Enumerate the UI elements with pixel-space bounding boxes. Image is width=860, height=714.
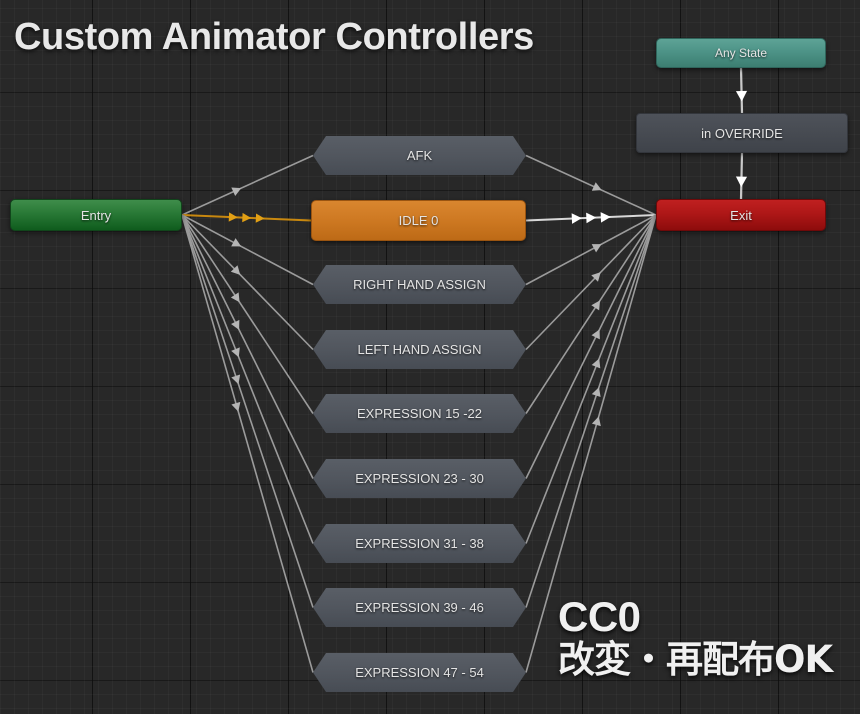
transition-line [739,152,744,200]
transition-line [181,214,314,608]
state-node-label: EXPRESSION 31 - 38 [355,536,484,551]
transition-arrow-12-0 [591,272,601,282]
page-title: Custom Animator Controllers [14,16,534,58]
state-node-exp15[interactable]: EXPRESSION 15 -22 [313,394,526,433]
transition-line [181,214,312,222]
state-node-label: LEFT HAND ASSIGN [357,342,482,357]
state-node-label: EXPRESSION 39 - 46 [355,600,484,615]
state-node-label: IDLE 0 [398,213,439,228]
transition-line [181,214,314,414]
transition-line [181,214,314,479]
state-node-rhand[interactable]: RIGHT HAND ASSIGN [313,265,526,304]
license-japanese-label: 改変・再配布OK [558,637,833,681]
transition-line [525,154,657,216]
transition-arrow-10-1 [586,212,597,224]
state-node-label: EXPRESSION 47 - 54 [355,665,484,680]
state-node-label: RIGHT HAND ASSIGN [353,277,486,292]
transition-arrow-10-2 [600,212,611,223]
transition-line [181,214,314,286]
transition-arrow-15-0 [591,358,601,369]
license-cc0-label: CC0 [558,593,641,640]
transition-arrow-1-1 [242,212,252,223]
transition-arrow-7-0 [231,374,241,385]
transition-line [739,67,744,114]
state-node-override[interactable]: in OVERRIDE [636,113,848,153]
transition-line [525,214,657,414]
state-node-exp23[interactable]: EXPRESSION 23 - 30 [313,459,526,498]
transition-arrow-16-0 [591,387,601,398]
state-node-label: Any State [714,46,768,60]
transition-arrow-10-0 [571,213,582,224]
transition-arrow-19-0 [735,176,748,188]
transition-arrow-8-0 [231,401,241,412]
transition-arrow-4-0 [230,292,240,303]
transition-line [525,214,657,544]
state-node-idle0[interactable]: IDLE 0 [311,200,526,241]
transition-line [525,214,657,479]
transition-line [525,214,657,351]
state-node-exp31[interactable]: EXPRESSION 31 - 38 [313,524,526,563]
state-node-label: Entry [80,207,112,223]
transition-line [525,214,657,222]
transition-line [181,214,314,544]
transition-line [181,214,314,673]
state-node-exp39[interactable]: EXPRESSION 39 - 46 [313,588,526,627]
state-node-label: AFK [406,148,433,163]
state-node-exit[interactable]: Exit [656,199,826,231]
transition-arrow-0-0 [231,187,242,196]
transition-arrow-5-0 [231,319,240,330]
transition-line [525,214,657,608]
transition-arrow-18-0 [735,90,748,102]
state-node-any_state[interactable]: Any State [656,38,826,68]
transition-line [181,154,314,216]
animator-controller-canvas[interactable]: Custom Animator Controllers CC0 改変・再配布OK… [0,0,860,714]
state-node-label: Exit [730,207,752,223]
state-node-label: in OVERRIDE [701,125,783,141]
transition-arrow-9-0 [591,182,602,191]
state-node-exp47[interactable]: EXPRESSION 47 - 54 [313,653,526,692]
transition-arrow-13-0 [591,300,601,311]
transition-arrow-2-0 [231,238,242,247]
transition-arrow-11-0 [591,244,602,253]
state-node-entry[interactable]: Entry [10,199,182,231]
state-node-afk[interactable]: AFK [313,136,526,175]
transition-arrow-6-0 [231,347,240,358]
transition-arrow-1-2 [255,213,265,223]
state-node-label: EXPRESSION 15 -22 [357,406,482,421]
transition-arrow-17-0 [591,416,601,427]
transition-arrow-3-0 [230,265,241,275]
license-notice: CC0 改変・再配布OK [558,593,833,681]
transition-arrow-14-0 [591,329,600,340]
state-node-label: EXPRESSION 23 - 30 [355,471,484,486]
transition-arrow-1-0 [228,212,238,222]
state-node-lhand[interactable]: LEFT HAND ASSIGN [313,330,526,369]
transition-line [525,214,657,286]
transition-line [181,214,314,351]
